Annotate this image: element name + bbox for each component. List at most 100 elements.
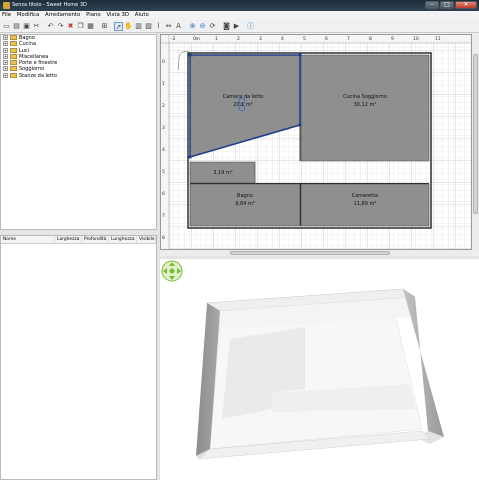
ruler-x-label: 10 [413,36,419,42]
create-walls-icon[interactable]: ▥ [134,22,143,31]
rotate-icon[interactable]: ⟳ [208,22,217,31]
ruler-y-label: 7 [162,213,165,219]
folder-icon [10,47,17,53]
furniture-catalog: + Bagno + Cucina + Luci + Miscellanea + Porte… [0,34,157,230]
selection-handle[interactable] [298,123,302,127]
ruler-x-label: 11 [435,36,441,42]
ruler-x-label: 5 [303,36,306,42]
ruler-x-label: 3 [259,36,262,42]
selection-handle[interactable] [188,53,192,57]
room-area-small: 3,19 m² [213,170,233,176]
select-icon[interactable]: ➚ [114,21,123,31]
ruler-y-label: 1 [162,81,165,87]
menu-aiuto[interactable]: Aiuto [133,11,151,20]
room-area-camera: 20,1 m² [233,102,253,108]
ruler-x-label: 4 [281,36,284,42]
toolbar: ▭ ▤ ▣ ✂ ↶ ↷ ✖ ❐ ▦ ⊞ ➚ ✋ ▥ ▧ ⌇ ↔ A ⊕ ⊖ ⟳ … [0,20,479,33]
ruler-x-label: 2 [237,36,240,42]
expand-icon[interactable]: + [3,35,8,40]
create-photo-icon[interactable]: ◙ [222,22,231,31]
folder-icon [10,53,17,59]
catalog-category-stanze-letto[interactable]: + Stanze da letto [1,72,156,79]
paste-icon[interactable]: ▦ [86,22,95,31]
ruler-x-unit: m [196,37,200,42]
expand-icon[interactable]: + [3,47,8,53]
room-cucina-soggiorno[interactable] [300,54,430,162]
column-header-lunghezza[interactable]: Lunghezza [109,236,137,243]
close-button[interactable]: ✕ [455,1,477,9]
furniture-table: Nome Larghezza Profondità Lunghezza Visi… [0,235,157,480]
ruler-x-label: -2 [171,36,176,42]
menu-piano[interactable]: Piano [84,11,103,20]
expand-icon[interactable]: + [3,53,8,59]
create-video-icon[interactable]: ▶ [232,22,241,31]
create-rooms-icon[interactable]: ▧ [144,22,153,31]
expand-icon[interactable]: + [3,72,8,78]
expand-icon[interactable]: + [3,66,8,72]
plan-view[interactable]: -2 0 m 1 2 3 4 5 6 7 8 9 10 11 0 1 2 3 4… [160,34,472,250]
create-labels-icon[interactable]: A [174,22,183,31]
column-header-profondita[interactable]: Profondità [82,236,109,243]
undo-icon[interactable]: ↶ [46,22,55,31]
column-header-larghezza[interactable]: Larghezza [55,236,82,243]
menu-file[interactable]: File [0,11,13,20]
menu-arredamento[interactable]: Arredamento [43,11,82,20]
plan-canvas[interactable]: -2 0 m 1 2 3 4 5 6 7 8 9 10 11 0 1 2 3 4… [161,35,471,249]
app-icon [3,2,10,9]
zoom-in-icon[interactable]: ⊕ [188,22,197,31]
column-header-visibile[interactable]: Visibile [137,236,156,243]
maximize-button[interactable]: □ [440,1,454,9]
scrollbar-thumb[interactable] [230,251,390,255]
pan-icon[interactable]: ✋ [124,22,133,31]
room-label-bagno: Bagno [237,193,253,199]
open-icon[interactable]: ▤ [12,22,21,31]
folder-icon [10,41,17,47]
view-3d[interactable] [160,259,479,480]
create-dimensions-icon[interactable]: ↔ [164,22,173,31]
copy-icon[interactable]: ❐ [76,22,85,31]
selection-handle[interactable] [298,53,302,57]
room-area-cameretta: 11,89 m² [354,201,377,207]
zoom-out-icon[interactable]: ⊖ [198,22,207,31]
furniture-table-header: Nome Larghezza Profondità Lunghezza Visi… [1,236,156,244]
room-label-cameretta: Cameretta [352,193,379,199]
plan-vertical-scrollbar[interactable] [472,34,479,250]
horizontal-ruler[interactable] [161,35,471,43]
scrollbar-thumb[interactable] [473,54,478,214]
ruler-x-label: 9 [391,36,394,42]
3d-canvas[interactable] [160,259,479,480]
title-bar: Senza titolo - Sweet Home 3D – □ ✕ [0,0,479,11]
window-title: Senza titolo - Sweet Home 3D [12,2,87,8]
ruler-y-label: 6 [162,191,165,197]
ruler-y-label: 8 [162,235,165,241]
ruler-y-label: 4 [162,147,165,153]
folder-icon [10,60,17,66]
selection-handle[interactable] [188,155,192,159]
ruler-x-label: 8 [369,36,372,42]
minimize-button[interactable]: – [425,1,439,9]
redo-icon[interactable]: ↷ [56,22,65,31]
ruler-y-label: 3 [162,125,165,131]
folder-icon [10,66,17,72]
new-icon[interactable]: ▭ [2,22,11,31]
help-icon[interactable]: ⓘ [246,22,255,31]
expand-icon[interactable]: + [3,60,8,66]
menu-vista3d[interactable]: Vista 3D [104,11,131,20]
ruler-y-label: 0 [162,59,165,65]
expand-icon[interactable]: + [3,41,8,47]
ruler-y-label: 2 [162,103,165,109]
menu-modifica[interactable]: Modifica [15,11,42,20]
save-icon[interactable]: ▣ [22,22,31,31]
ruler-x-label: 7 [347,36,350,42]
room-label-camera: Camera da letto [223,94,263,100]
create-polylines-icon[interactable]: ⌇ [154,22,163,31]
column-header-nome[interactable]: Nome [1,236,55,243]
delete-icon[interactable]: ✖ [66,22,75,31]
navigation-arrows[interactable] [161,260,183,282]
ruler-x-label: 6 [325,36,328,42]
room-area-cucina: 30,12 m² [354,102,377,108]
add-furniture-icon[interactable]: ⊞ [100,22,109,31]
folder-icon [10,35,17,40]
cut-icon[interactable]: ✂ [32,22,41,31]
folder-icon [10,72,17,78]
